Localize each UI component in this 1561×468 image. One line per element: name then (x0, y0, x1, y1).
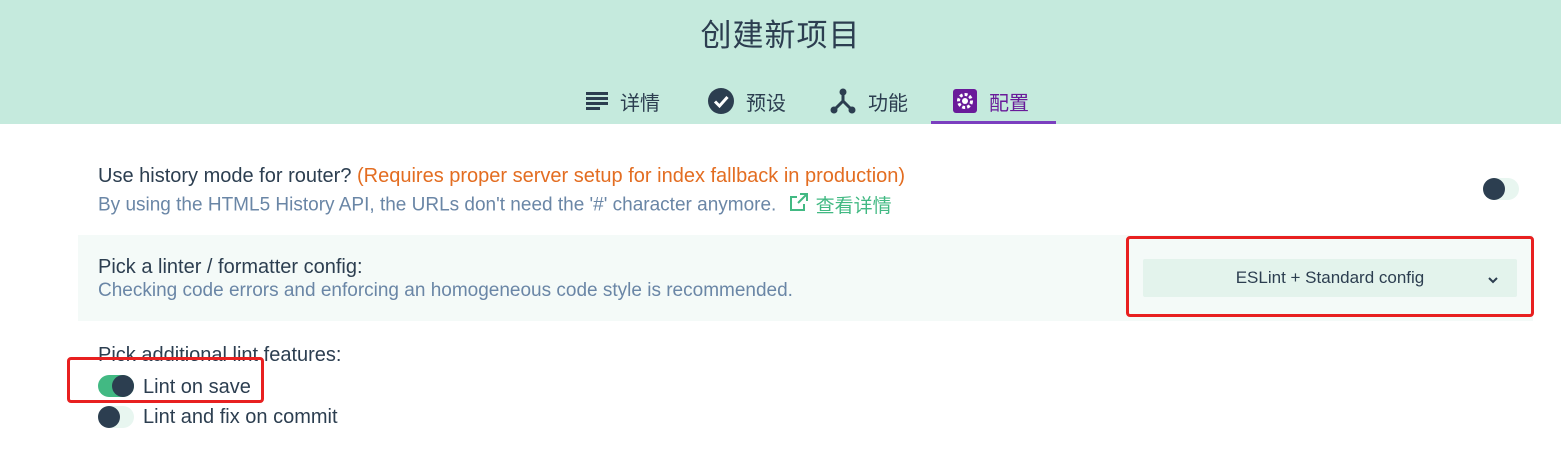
router-label: Use history mode for router? (98, 165, 352, 187)
lint-features-setting: Pick additional lint features: Lint on s… (78, 330, 1533, 440)
lint-fix-commit-label: Lint and fix on commit (143, 406, 338, 428)
tab-details-label: 详情 (620, 90, 660, 115)
toggle-knob (98, 406, 120, 428)
router-description: By using the HTML5 History API, the URLs… (98, 194, 777, 216)
router-history-toggle[interactable] (1483, 178, 1519, 200)
external-link-icon (789, 192, 808, 217)
router-label-line: Use history mode for router? (Requires p… (98, 165, 905, 188)
linter-select[interactable]: ESLint + Standard config (1143, 259, 1517, 297)
chevron-down-icon (1487, 271, 1499, 291)
list-icon (586, 92, 608, 110)
router-description-line: By using the HTML5 History API, the URLs… (98, 191, 892, 218)
lint-on-save-toggle[interactable] (98, 375, 134, 397)
toggle-knob (112, 375, 134, 397)
linter-config-setting: Pick a linter / formatter config: Checki… (78, 235, 1533, 321)
tab-features[interactable]: 功能 (830, 78, 908, 124)
tab-bar: 详情 预设 功能 配置 (0, 78, 1561, 124)
linter-selected-value: ESLint + Standard config (1235, 268, 1425, 287)
header: 创建新项目 详情 预设 功能 配置 (0, 0, 1561, 124)
lint-fix-commit-toggle[interactable] (98, 406, 134, 428)
gear-icon (953, 89, 977, 113)
tab-config[interactable]: 配置 (931, 78, 1056, 124)
active-tab-indicator (931, 121, 1056, 124)
linter-description: Checking code errors and enforcing an ho… (98, 280, 793, 301)
lint-features-label: Pick additional lint features: (98, 344, 342, 366)
router-warning: (Requires proper server setup for index … (357, 165, 906, 187)
tab-features-label: 功能 (868, 90, 908, 115)
page-title: 创建新项目 (700, 18, 861, 54)
tab-presets[interactable]: 预设 (708, 78, 786, 124)
router-history-setting: Use history mode for router? (Requires p… (78, 150, 1533, 230)
more-info-label: 查看详情 (815, 196, 892, 217)
lint-on-save-label: Lint on save (143, 376, 251, 398)
fork-icon (830, 88, 856, 114)
more-info-link[interactable]: 查看详情 (789, 191, 892, 218)
tab-presets-label: 预设 (746, 90, 786, 115)
check-circle-icon (708, 88, 734, 114)
toggle-knob (1483, 178, 1505, 200)
tab-config-label: 配置 (989, 90, 1029, 115)
linter-label: Pick a linter / formatter config: (98, 256, 363, 278)
tab-details[interactable]: 详情 (586, 78, 660, 124)
